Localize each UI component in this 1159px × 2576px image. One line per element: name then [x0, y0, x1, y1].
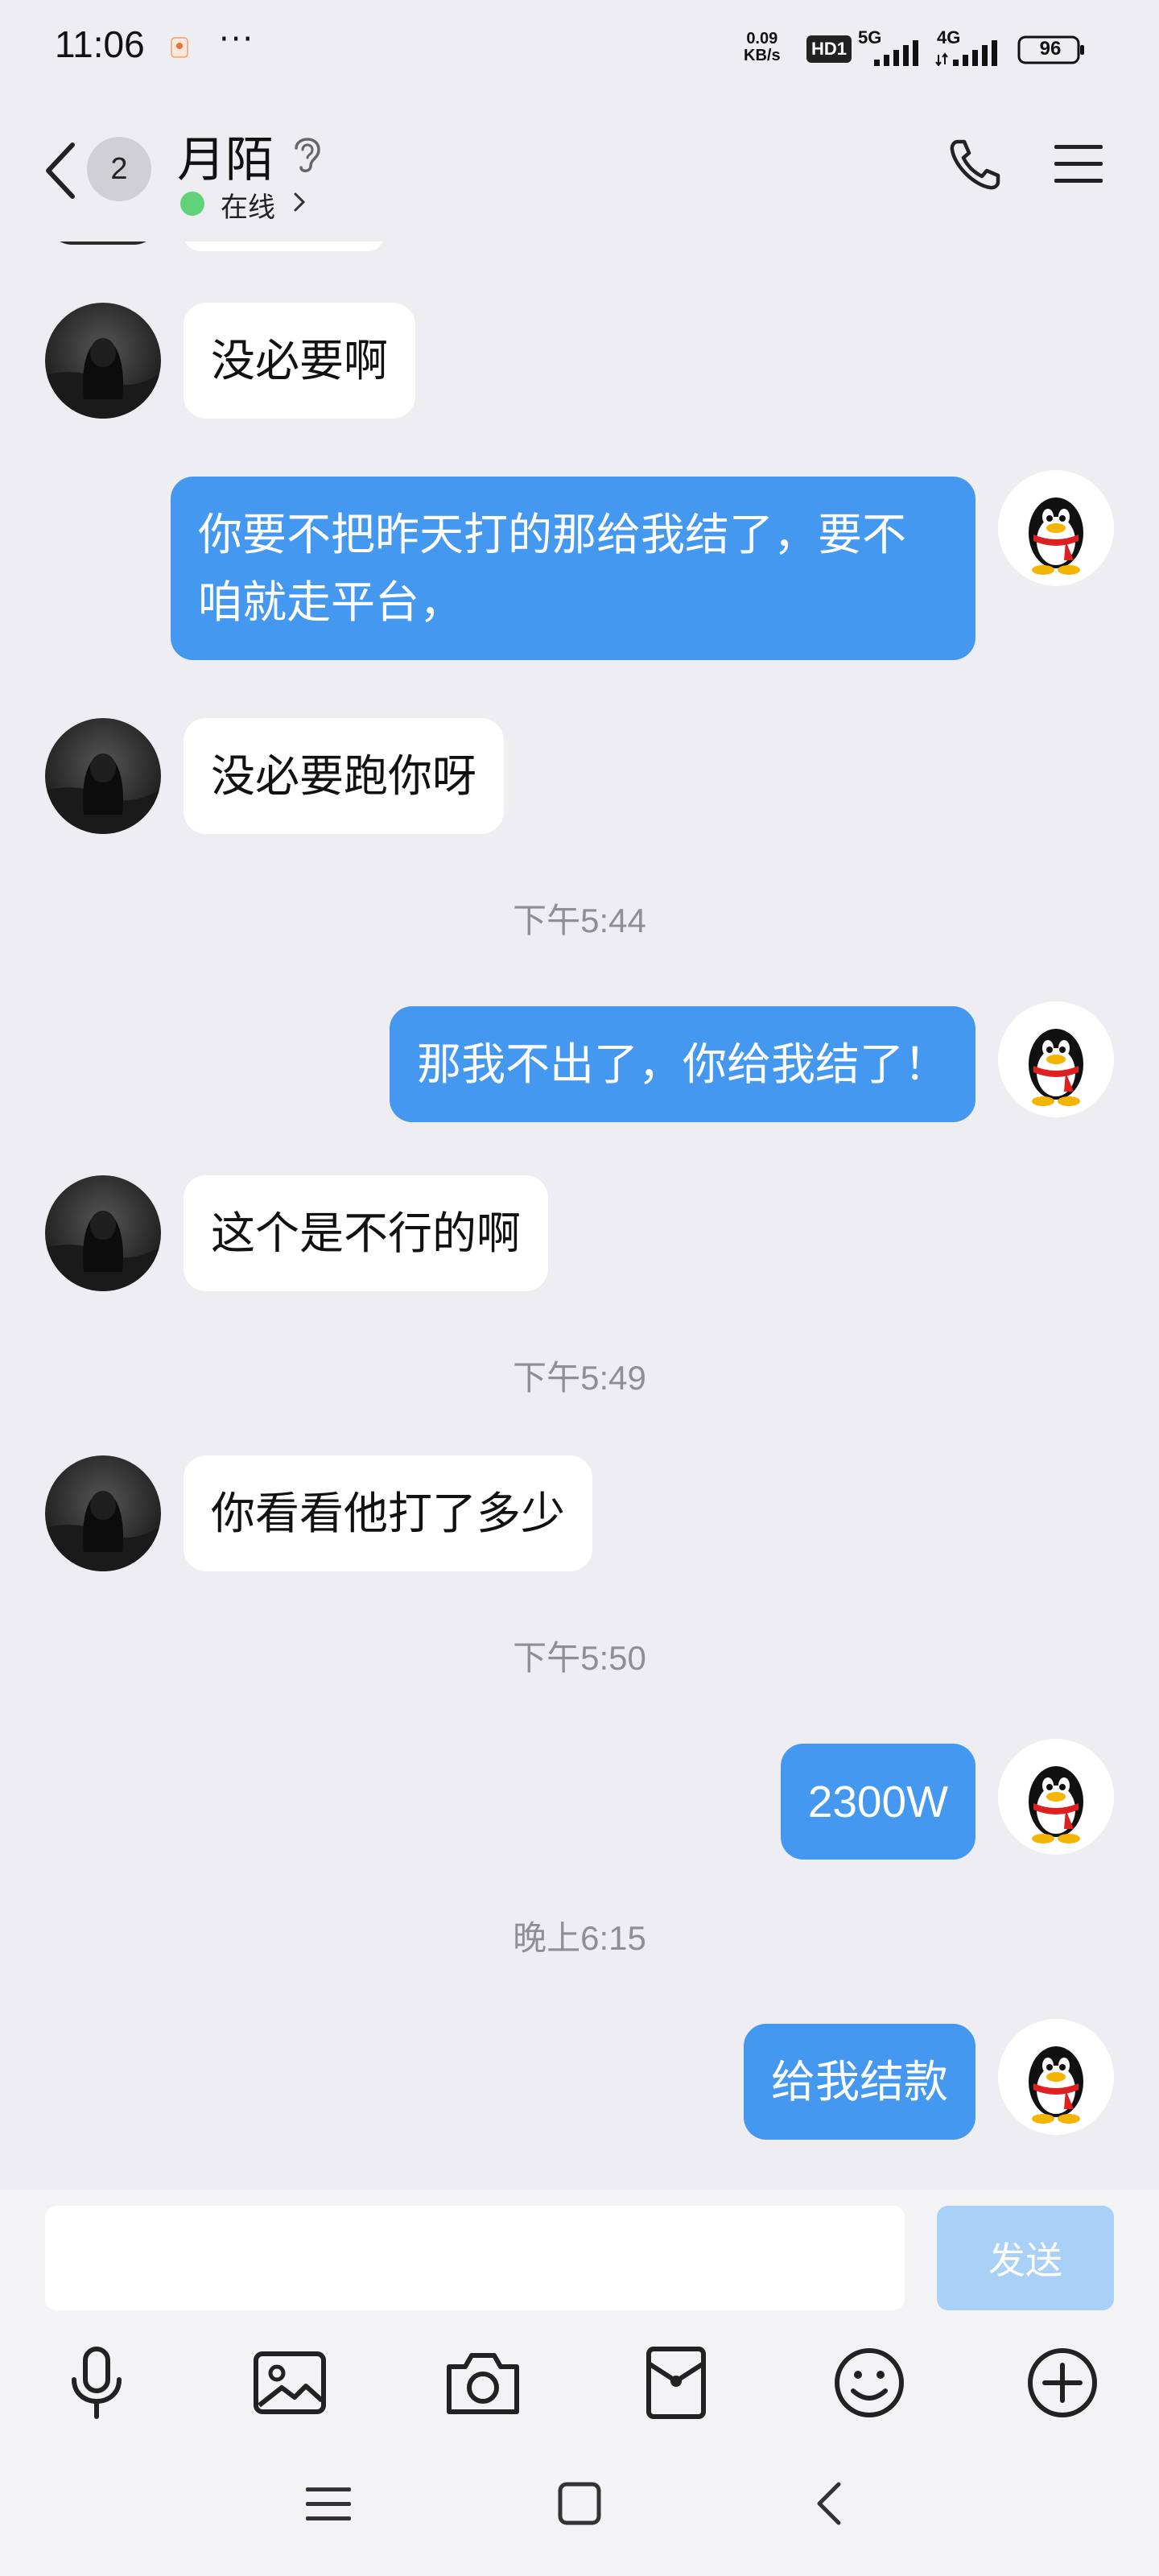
message-timestamp: 下午5:44 [513, 902, 646, 939]
signal-bars-1-icon [874, 40, 918, 66]
composer: 发送 [0, 2190, 1159, 2431]
message-timestamp: 下午5:50 [513, 1639, 646, 1677]
location-notification-icon [171, 37, 188, 58]
network-speed: 0.09 KB/s [744, 31, 781, 64]
outgoing-message-bubble[interactable]: 你要不把昨天打的那给我结了，要不咱就走平台， [171, 477, 975, 660]
hooded-figure-avatar-image [45, 303, 161, 419]
online-status-dot [180, 192, 204, 216]
microphone-icon[interactable] [56, 2343, 137, 2423]
incoming-message-bubble[interactable]: 没必要啊 [184, 303, 416, 419]
outgoing-message-bubble[interactable]: 那我不出了，你给我结了！ [389, 1006, 975, 1122]
hooded-figure-avatar-image [45, 1175, 161, 1291]
contact-avatar[interactable] [45, 1175, 161, 1291]
message-timestamp: 下午5:49 [513, 1359, 646, 1397]
my-avatar[interactable] [998, 2019, 1114, 2135]
status-time: 11:06 [55, 23, 145, 65]
menu-icon[interactable] [1053, 142, 1104, 187]
network-speed-unit: KB/s [744, 47, 781, 64]
network-speed-value: 0.09 [746, 30, 778, 47]
incoming-message-bubble[interactable]: 没必要跑你呀 [184, 718, 505, 834]
my-avatar[interactable] [998, 470, 1114, 586]
recents-menu-icon[interactable] [296, 2471, 361, 2536]
incoming-message-bubble[interactable]: 你看看他打了多少 [184, 1455, 593, 1571]
penguin-avatar-image [998, 2019, 1114, 2135]
hd-badge: HD1 [806, 35, 852, 63]
phone-call-icon[interactable] [947, 135, 1004, 193]
composer-toolbar [0, 2343, 1159, 2423]
penguin-avatar-image [998, 470, 1114, 586]
ear-icon[interactable] [290, 130, 325, 175]
penguin-avatar-image [998, 1001, 1114, 1117]
send-button[interactable]: 发送 [937, 2206, 1114, 2310]
emoji-icon[interactable] [829, 2343, 909, 2423]
chat-header: 2 月陌 在线 [0, 97, 1159, 242]
home-square-icon[interactable] [547, 2471, 612, 2536]
red-packet-icon[interactable] [636, 2343, 716, 2423]
status-bar: 11:06 ··· 0.09 KB/s HD1 5G 4G 96 [0, 0, 1159, 97]
status-more-icon: ··· [219, 21, 255, 58]
hooded-figure-avatar-image [45, 718, 161, 834]
signal-bars-2-icon [935, 40, 997, 66]
back-arrow-icon[interactable] [40, 138, 80, 203]
incoming-message-bubble[interactable]: 这个是不行的啊 [184, 1175, 549, 1291]
my-avatar[interactable] [998, 1001, 1114, 1117]
unread-count-badge[interactable]: 2 [87, 137, 151, 201]
penguin-avatar-image [998, 1739, 1114, 1855]
contact-avatar[interactable] [45, 303, 161, 419]
my-avatar[interactable] [998, 1739, 1114, 1855]
chevron-right-icon[interactable] [291, 190, 307, 214]
image-icon[interactable] [250, 2343, 330, 2423]
chat-screen: 11:06 ··· 0.09 KB/s HD1 5G 4G 96 2 月陌 在线… [0, 0, 1159, 2576]
contact-avatar[interactable] [45, 718, 161, 834]
message-input[interactable] [45, 2206, 905, 2310]
battery-level: 96 [1039, 38, 1062, 60]
message-list[interactable]: 没必要啊 你要不把昨天打的那给我结了，要不咱就走平台， 没必要跑你呀 下午5:4… [0, 217, 1159, 2190]
contact-name[interactable]: 月陌 [177, 121, 274, 191]
hooded-figure-avatar-image [45, 1455, 161, 1571]
contact-avatar[interactable] [45, 1455, 161, 1571]
message-timestamp: 晚上6:15 [513, 1919, 646, 1957]
system-navigation-bar [0, 2431, 1159, 2576]
presence-status[interactable]: 在线 [221, 185, 275, 225]
camera-icon[interactable] [443, 2343, 523, 2423]
back-arrow-icon[interactable] [798, 2471, 863, 2536]
outgoing-message-bubble[interactable]: 2300W [780, 1744, 975, 1860]
plus-icon[interactable] [1022, 2343, 1103, 2423]
outgoing-message-bubble[interactable]: 给我结款 [743, 2024, 975, 2140]
